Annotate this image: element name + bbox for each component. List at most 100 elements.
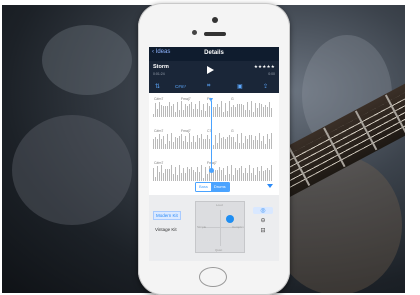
waveform-bar <box>237 170 238 181</box>
waveform-bar <box>161 105 162 117</box>
waveform-bar <box>201 134 202 149</box>
waveform-bar <box>223 112 224 117</box>
waveform-bar <box>179 165 180 181</box>
waveform-bar <box>201 165 202 181</box>
mixer-icon[interactable]: ⇅ <box>155 83 160 90</box>
waveform-bar <box>239 103 240 117</box>
waveform-bar <box>179 136 180 149</box>
waveform-bar <box>199 172 200 181</box>
waveform-bar <box>263 107 264 117</box>
kit-vintage[interactable]: Vintage Kit <box>153 226 179 233</box>
kick-icon[interactable]: ⊟ <box>253 227 273 234</box>
waveform-bar <box>243 172 244 181</box>
waveform-bar <box>195 103 196 117</box>
front-camera <box>212 17 218 23</box>
waveform-bar <box>219 133 220 149</box>
waveform-bar <box>241 133 242 149</box>
waveform-bar <box>233 174 234 181</box>
waveform-bar <box>259 170 260 181</box>
pad-position-dot[interactable] <box>226 215 234 223</box>
waveform-bar <box>203 138 204 149</box>
waveform-bar <box>155 103 156 117</box>
waveform-bar <box>181 101 182 117</box>
waveform-bar <box>261 103 262 117</box>
waveform-bar <box>187 106 188 117</box>
playhead-handle[interactable] <box>209 168 214 173</box>
waveform-row-2 <box>153 133 275 149</box>
waveform-bar <box>177 102 178 117</box>
waveform-bar <box>195 142 196 149</box>
waveform-bar <box>165 169 166 181</box>
waveform-bar <box>219 166 220 181</box>
waveform-bar <box>205 110 206 117</box>
waveform-bar <box>175 136 176 149</box>
share-icon[interactable]: ⇪ <box>263 83 268 90</box>
waveform-bar <box>157 109 158 117</box>
waveform-bar <box>153 168 154 181</box>
notes-icon[interactable]: ▣ <box>237 83 243 90</box>
waveform-bar <box>181 172 182 181</box>
waveform-bar <box>237 104 238 117</box>
waveform-bar <box>167 105 168 117</box>
waveform-bar <box>185 135 186 149</box>
background-light <box>42 25 132 95</box>
kit-modern[interactable]: Modern Kit <box>153 211 181 220</box>
waveform-bar <box>159 101 160 117</box>
rating-stars[interactable]: ★★★★★ <box>254 64 275 70</box>
play-icon[interactable] <box>207 66 214 74</box>
song-header: Storm 0:01:24 ★★★★★ 0:00 <box>149 61 279 81</box>
dropdown-arrow-icon[interactable] <box>267 184 273 188</box>
waveform-bar <box>223 168 224 181</box>
waveform-bar <box>183 168 184 181</box>
waveform-bar <box>189 133 190 149</box>
waveform-bar <box>215 106 216 117</box>
waveform-bar <box>269 101 270 117</box>
key-button[interactable]: C#m⁷ <box>175 84 186 89</box>
drum-panel: Modern Kit Vintage Kit Loud Quiet Simple… <box>149 195 279 261</box>
waveform-bar <box>227 166 228 181</box>
waveform-bar <box>199 101 200 117</box>
waveform-bar <box>243 105 244 117</box>
waveform-bar <box>253 168 254 181</box>
waveform-bar <box>155 137 156 149</box>
segment-drums[interactable]: Drums <box>210 183 229 191</box>
crop-icon[interactable]: ⌗ <box>207 83 210 90</box>
waveform-bar <box>217 142 218 149</box>
playhead-line <box>211 101 212 171</box>
waveform-row-3 <box>153 165 275 181</box>
waveform-bar <box>235 142 236 149</box>
waveform-bar <box>185 104 186 117</box>
cymbal-icon[interactable]: ◎ <box>253 207 273 214</box>
waveform-bar <box>215 135 216 149</box>
waveform-bar <box>203 177 204 181</box>
snare-icon[interactable]: ⊖ <box>253 217 273 224</box>
waveform-bar <box>253 112 254 117</box>
waveform-bar <box>255 103 256 117</box>
waveform-bar <box>153 138 154 149</box>
waveform-bar <box>159 134 160 149</box>
waveform-bar <box>225 103 226 117</box>
chord-label: G <box>231 97 234 101</box>
chord-label: C#m7 <box>154 161 164 165</box>
chord-label: G <box>231 129 234 133</box>
home-button[interactable] <box>199 267 227 287</box>
waveform-bar <box>173 141 174 149</box>
waveform-bar <box>247 102 248 117</box>
waveform-bar <box>185 173 186 181</box>
waveform-bar <box>229 135 230 149</box>
waveform-bar <box>241 166 242 181</box>
xy-pad[interactable]: Loud Quiet Simple Complex <box>195 201 245 253</box>
waveform-bar <box>193 170 194 181</box>
chord-label: Fmaj7 <box>181 129 191 133</box>
sensor <box>192 30 197 35</box>
waveform-bar <box>239 142 240 149</box>
waveform-bar <box>263 171 264 181</box>
waveform-bar <box>261 165 262 181</box>
waveform-bar <box>241 104 242 117</box>
waveform-bar <box>169 168 170 181</box>
waveform-bar <box>231 137 232 149</box>
waveform-bar <box>179 109 180 117</box>
segment-bass[interactable]: Bass <box>196 183 211 191</box>
waveform-bar <box>247 139 248 149</box>
waveform-bar <box>159 172 160 181</box>
